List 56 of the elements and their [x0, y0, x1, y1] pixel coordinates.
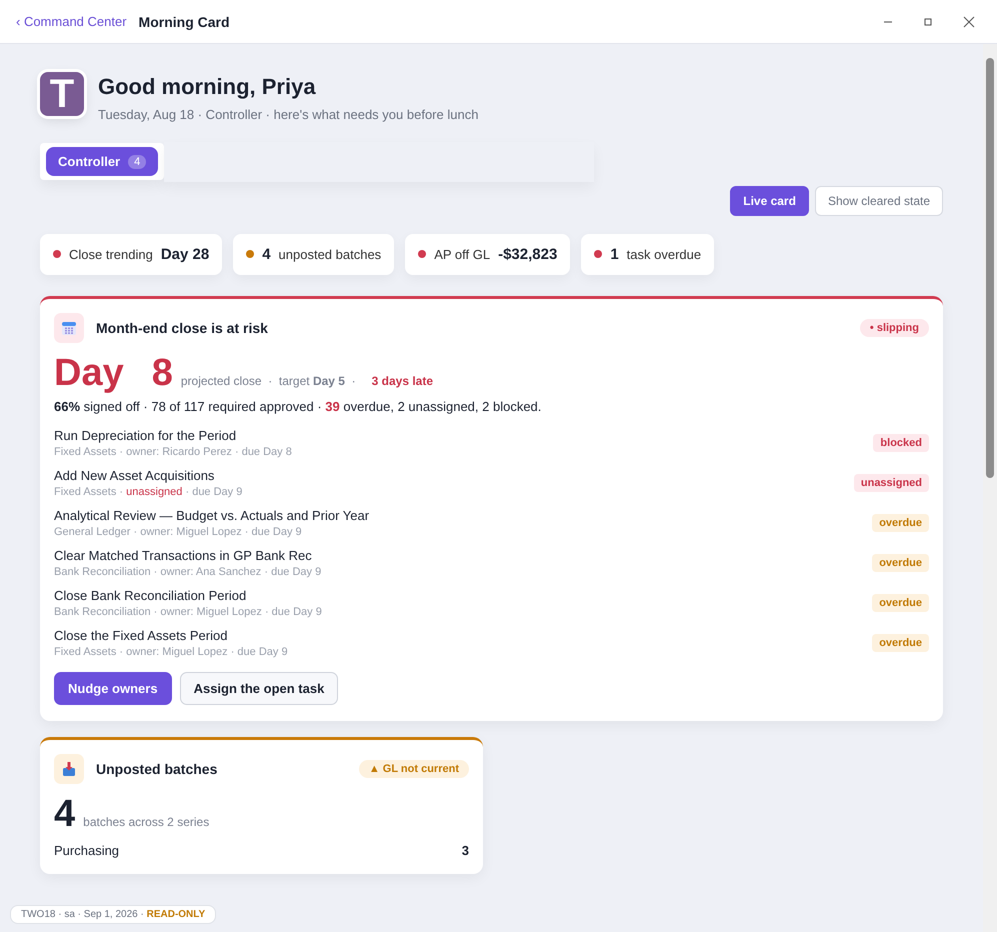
task-status-badge: overdue — [872, 554, 929, 572]
series-count: 3 — [462, 843, 469, 858]
big-number: 8 — [152, 352, 173, 395]
task-meta: Fixed Assets · unassigned · due Day 9 — [54, 486, 242, 498]
task-title: Close the Fixed Assets Period — [54, 628, 228, 643]
window-title: Morning Card — [138, 14, 230, 30]
task-title: Run Depreciation for the Period — [54, 428, 238, 443]
action-button[interactable]: Nudge owners — [54, 672, 172, 705]
stat-value: Day 28 — [160, 246, 210, 263]
stat-value: 4 — [262, 246, 271, 263]
status-badge: ▲ GL not current — [358, 760, 469, 778]
greeting: Good morning, Priya — [98, 73, 317, 101]
scrollbar[interactable] — [983, 44, 997, 932]
task-meta: General Ledger · owner: Miguel Lopez · due Day 9 — [54, 526, 303, 538]
stat-label: AP off GL — [434, 246, 490, 262]
summary-text: 66% signed off · 78 of 117 required approved · 39 overdue, 2 unassigned, 2 blocked. — [54, 398, 542, 414]
calendar-icon — [54, 312, 84, 343]
stat-label: Close trending — [69, 246, 153, 262]
tray-icon — [54, 754, 84, 784]
task-meta: Fixed Assets · owner: Miguel Lopez · due Day 9 — [54, 646, 288, 658]
task-meta: Bank Reconciliation · owner: Ana Sanchez · due Day 9 — [54, 566, 322, 578]
task-status-badge: overdue — [872, 634, 929, 652]
count-badge: 4 — [128, 154, 146, 169]
card-title: Month-end close is at risk — [96, 320, 268, 336]
batches-caption: batches across 2 series — [83, 814, 210, 829]
view-toggle[interactable]: Live card — [730, 186, 809, 216]
status-badge: • slipping — [860, 318, 929, 337]
subtitle: Tuesday, Aug 18 · Controller · here's what needs you before lunch — [98, 106, 478, 122]
back-link[interactable]: ‹ Command Center — [16, 14, 127, 29]
projection-text: projected close · target Day 5 · — [180, 374, 356, 388]
task-title: Clear Matched Transactions in GP Bank Rec — [54, 548, 313, 563]
action-button[interactable]: Assign the open task — [180, 672, 338, 705]
session-badge: TWO18 · sa · Sep 1, 2026 · READ-ONLY — [10, 905, 216, 924]
task-title: Analytical Review — Budget vs. Actuals and Prior Year — [54, 508, 370, 523]
stat-value: -$32,823 — [498, 246, 558, 263]
series-name: Purchasing — [54, 843, 120, 858]
task-status-badge: blocked — [873, 434, 929, 452]
stat-label: unposted batches — [278, 246, 382, 262]
task-meta: Fixed Assets · owner: Ricardo Perez · due Day 8 — [54, 446, 292, 458]
logo: T — [40, 72, 84, 116]
big-number: 4 — [54, 794, 76, 836]
maximize-icon[interactable] — [923, 16, 933, 26]
task-status-badge: unassigned — [854, 474, 929, 492]
task-meta: Bank Reconciliation · owner: Miguel Lopez · due Day 9 — [54, 606, 322, 618]
big-label: Day — [54, 352, 124, 395]
late-text: 3 days late — [372, 374, 434, 388]
task-status-badge: overdue — [872, 594, 929, 612]
close-icon[interactable] — [963, 16, 975, 28]
role-tab[interactable]: Controller 4 — [46, 147, 158, 176]
stat-value: 1 — [610, 246, 619, 263]
task-status-badge: overdue — [872, 514, 929, 532]
card-title: Unposted batches — [96, 760, 218, 777]
task-title: Close Bank Reconciliation Period — [54, 588, 248, 603]
view-toggle[interactable]: Show cleared state — [814, 186, 943, 216]
stat-label: task overdue — [626, 246, 702, 262]
task-title: Add New Asset Acquisitions — [54, 468, 216, 483]
